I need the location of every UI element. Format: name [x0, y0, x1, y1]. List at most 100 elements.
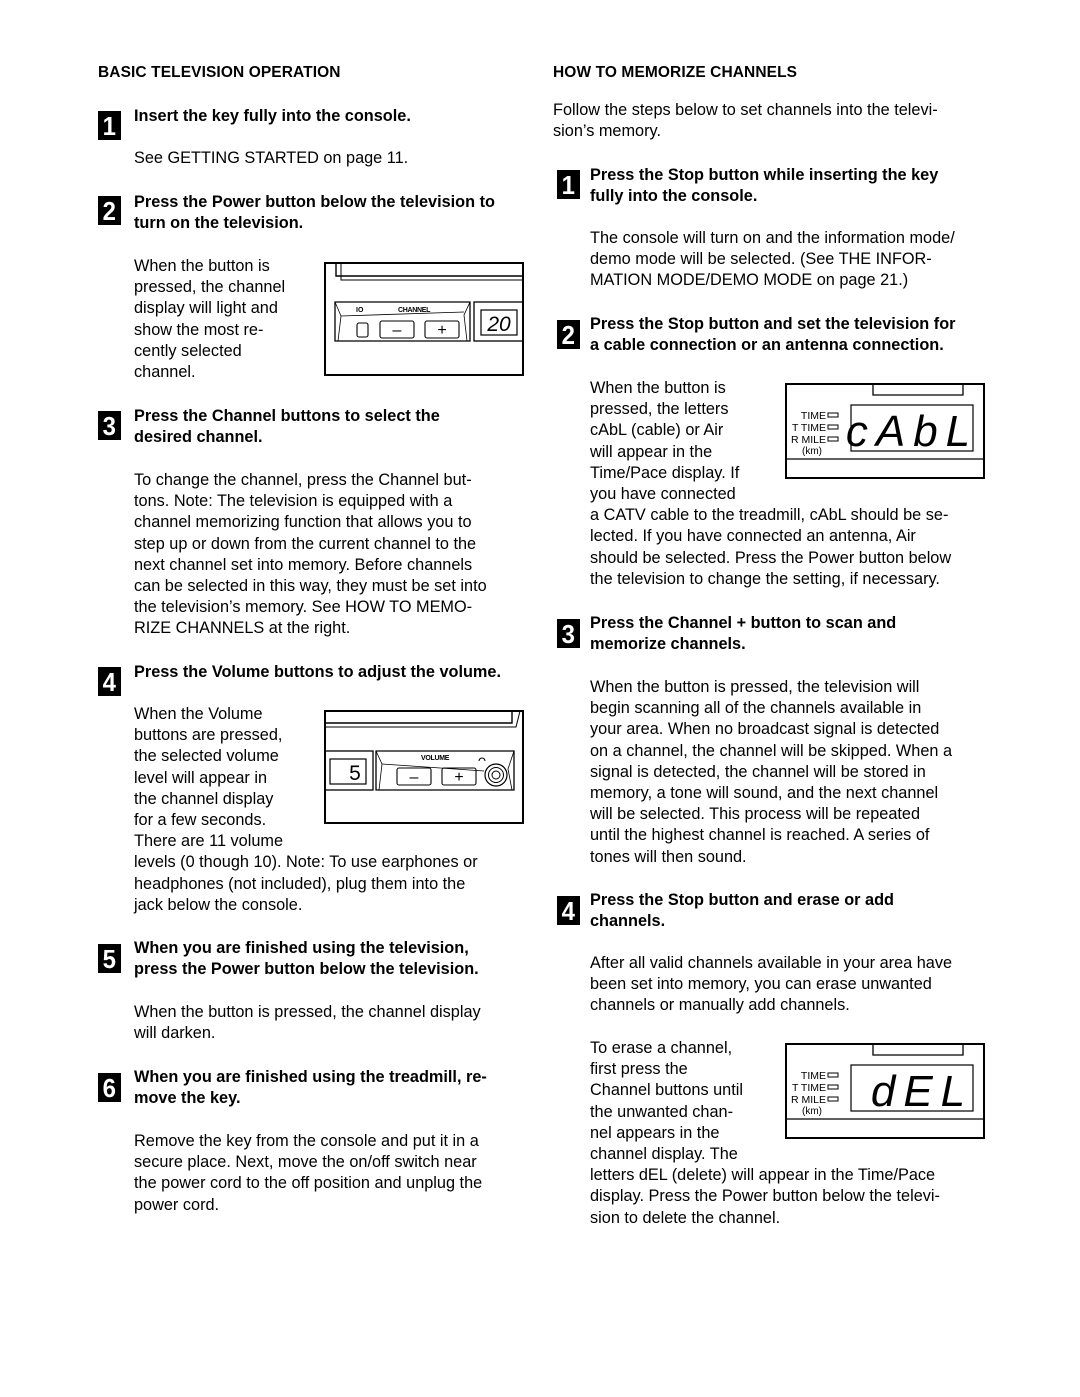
step-title-line: memorize channels. — [590, 635, 746, 654]
body-line: sion to delete the channel. — [590, 1208, 781, 1227]
step-title-line: desired channel. — [134, 428, 263, 447]
step-title-line: a cable connection or an antenna connect… — [590, 336, 944, 355]
channel-label: CHANNEL — [398, 307, 431, 314]
step-title-line: fully into the console. — [590, 187, 758, 206]
body-line: until the highest channel is reached. A … — [590, 826, 930, 845]
body-line: display. Press the Power button below th… — [590, 1187, 940, 1206]
body-line: secure place. Next, move the on/off swit… — [134, 1153, 477, 1172]
body-line: begin scanning all of the channels avail… — [590, 699, 922, 718]
body-line: jack below the console. — [134, 895, 303, 914]
body-line: channels or manually add channels. — [590, 996, 850, 1015]
step-title-line: When you are finished using the treadmil… — [134, 1068, 487, 1086]
volume-label: VOLUME — [421, 755, 450, 762]
step-title-line: Press the Stop button while inserting th… — [590, 166, 939, 184]
step-title: Press the Power button below the televis… — [134, 192, 534, 234]
step-body: After all valid channels available in yo… — [590, 953, 1000, 1017]
step-title: Press the Channel + button to scan and m… — [590, 613, 1000, 655]
plus-icon: + — [437, 322, 446, 339]
km-label: (km) — [802, 1106, 822, 1117]
step-title-line: Press the Stop button and set the televi… — [590, 315, 956, 333]
body-line: sion’s memory. — [553, 122, 661, 141]
per-mile-label: R MILE — [791, 434, 826, 446]
channel-display-value: 20 — [486, 313, 511, 336]
body-line: After all valid channels available in yo… — [590, 954, 953, 972]
step-title-line: Press the Channel buttons to select the — [134, 407, 440, 425]
step-title-line: Press the Power button below the televis… — [134, 193, 495, 211]
step-number-badge: 4 — [557, 896, 580, 926]
step-title-line: Press the Stop button and erase or add — [590, 891, 894, 909]
step-title: Press the Stop button and set the televi… — [590, 314, 1000, 356]
body-line: demo mode will be selected. (See THE INF… — [590, 250, 932, 269]
delete-display-value: dEL — [871, 1067, 973, 1116]
body-line: channel memorizing function that allows … — [134, 513, 472, 532]
step-body: To change the channel, press the Channel… — [134, 470, 534, 640]
step-title-line: press the Power button below the televis… — [134, 960, 479, 979]
body-line: the television’s memory. See HOW TO MEMO… — [134, 598, 473, 617]
minus-icon: – — [393, 322, 402, 339]
body-line: Remove the key from the console and put … — [134, 1132, 479, 1150]
step-body: When the button is pressed, the channel … — [134, 1002, 534, 1044]
body-line: will be selected. This process will be r… — [590, 805, 921, 824]
minus-icon: – — [410, 769, 419, 786]
step-title: When you are finished using the televisi… — [134, 938, 534, 980]
body-line: Follow the steps below to set channels i… — [553, 101, 938, 119]
total-time-label: T TIME — [792, 1082, 826, 1094]
step-body: When the button is pressed, the channel … — [134, 256, 324, 383]
volume-console-illustration: 5 VOLUME – + — [324, 710, 524, 824]
body-line: RIZE CHANNELS at the right. — [134, 619, 351, 638]
km-label: (km) — [802, 446, 822, 457]
time-label: TIME — [801, 1070, 826, 1082]
step-title-line: When you are finished using the televisi… — [134, 939, 469, 957]
step-title: Press the Stop button and erase or add c… — [590, 890, 1000, 932]
body-line: There are 11 volume — [134, 832, 284, 851]
plus-icon: + — [454, 769, 463, 786]
step-title-line: channels. — [590, 912, 666, 931]
body-line: letters dEL (delete) will appear in the … — [590, 1166, 936, 1185]
body-line: will darken. — [134, 1024, 216, 1043]
per-mile-label: R MILE — [791, 1094, 826, 1106]
body-line: next channel set into memory. Before cha… — [134, 555, 473, 574]
body-line: See GETTING STARTED on page 11. — [134, 149, 409, 167]
body-line: The console will turn on and the informa… — [590, 229, 955, 247]
body-line: When the button is pressed, the televisi… — [590, 678, 920, 696]
body-line: tons. Note: The television is equipped w… — [134, 492, 453, 511]
body-line: can be selected in this way, they must b… — [134, 577, 487, 596]
volume-display-value: 5 — [349, 762, 361, 785]
step-title: Press the Channel buttons to select the … — [134, 406, 534, 448]
step-number-badge: 1 — [557, 170, 580, 200]
total-time-label: T TIME — [792, 422, 826, 434]
body-line: To change the channel, press the Channel… — [134, 471, 472, 489]
step-number-badge: 6 — [98, 1073, 121, 1103]
body-line: the power cord to the off position and u… — [134, 1174, 483, 1193]
body-line: When the button is pressed, the channel … — [134, 1003, 481, 1021]
step-number-badge: 2 — [98, 196, 121, 226]
step-title-line: move the key. — [134, 1089, 241, 1108]
body-line: channel. — [134, 363, 196, 382]
body-line: the television to change the setting, if… — [590, 569, 940, 588]
body-line: power cord. — [134, 1195, 220, 1214]
body-line: levels (0 though 10). Note: To use earph… — [134, 853, 478, 872]
step-body: When the button is pressed, the televisi… — [590, 677, 1000, 868]
step-number-badge: 5 — [98, 944, 121, 974]
body-line: display will light and — [134, 299, 278, 318]
section-intro: Follow the steps below to set channels i… — [553, 100, 993, 142]
power-label: IO — [356, 307, 364, 314]
body-line: signal is detected, the channel will be … — [590, 762, 926, 781]
step-title-line: turn on the television. — [134, 214, 304, 233]
body-line: lected. If you have connected an antenna… — [590, 527, 916, 546]
body-line: been set into memory, you can erase unwa… — [590, 975, 932, 994]
step-title-line: Press the Channel + button to scan and — [590, 614, 897, 632]
step-title-line: Press the Volume buttons to adjust the v… — [134, 663, 501, 681]
body-line: MATION MODE/DEMO MODE on page 21.) — [590, 271, 909, 290]
step-number-badge: 1 — [98, 111, 121, 141]
step-title: Insert the key fully into the console. — [134, 106, 534, 127]
body-line: memory, a tone will sound, and the next … — [590, 784, 939, 803]
body-line: step up or down from the current channel… — [134, 534, 477, 553]
body-line: a CATV cable to the treadmill, cAbL shou… — [590, 506, 949, 525]
time-pace-display-delete-illustration: TIME T TIME R MILE (km) dEL — [785, 1043, 985, 1139]
step-number-badge: 2 — [557, 320, 580, 350]
step-body: The console will turn on and the informa… — [590, 228, 1000, 292]
step-title: When you are finished using the treadmil… — [134, 1067, 534, 1109]
section-heading-basic-tv: BASIC TELEVISION OPERATION — [98, 64, 341, 81]
cable-display-value: cAbL — [846, 407, 978, 456]
